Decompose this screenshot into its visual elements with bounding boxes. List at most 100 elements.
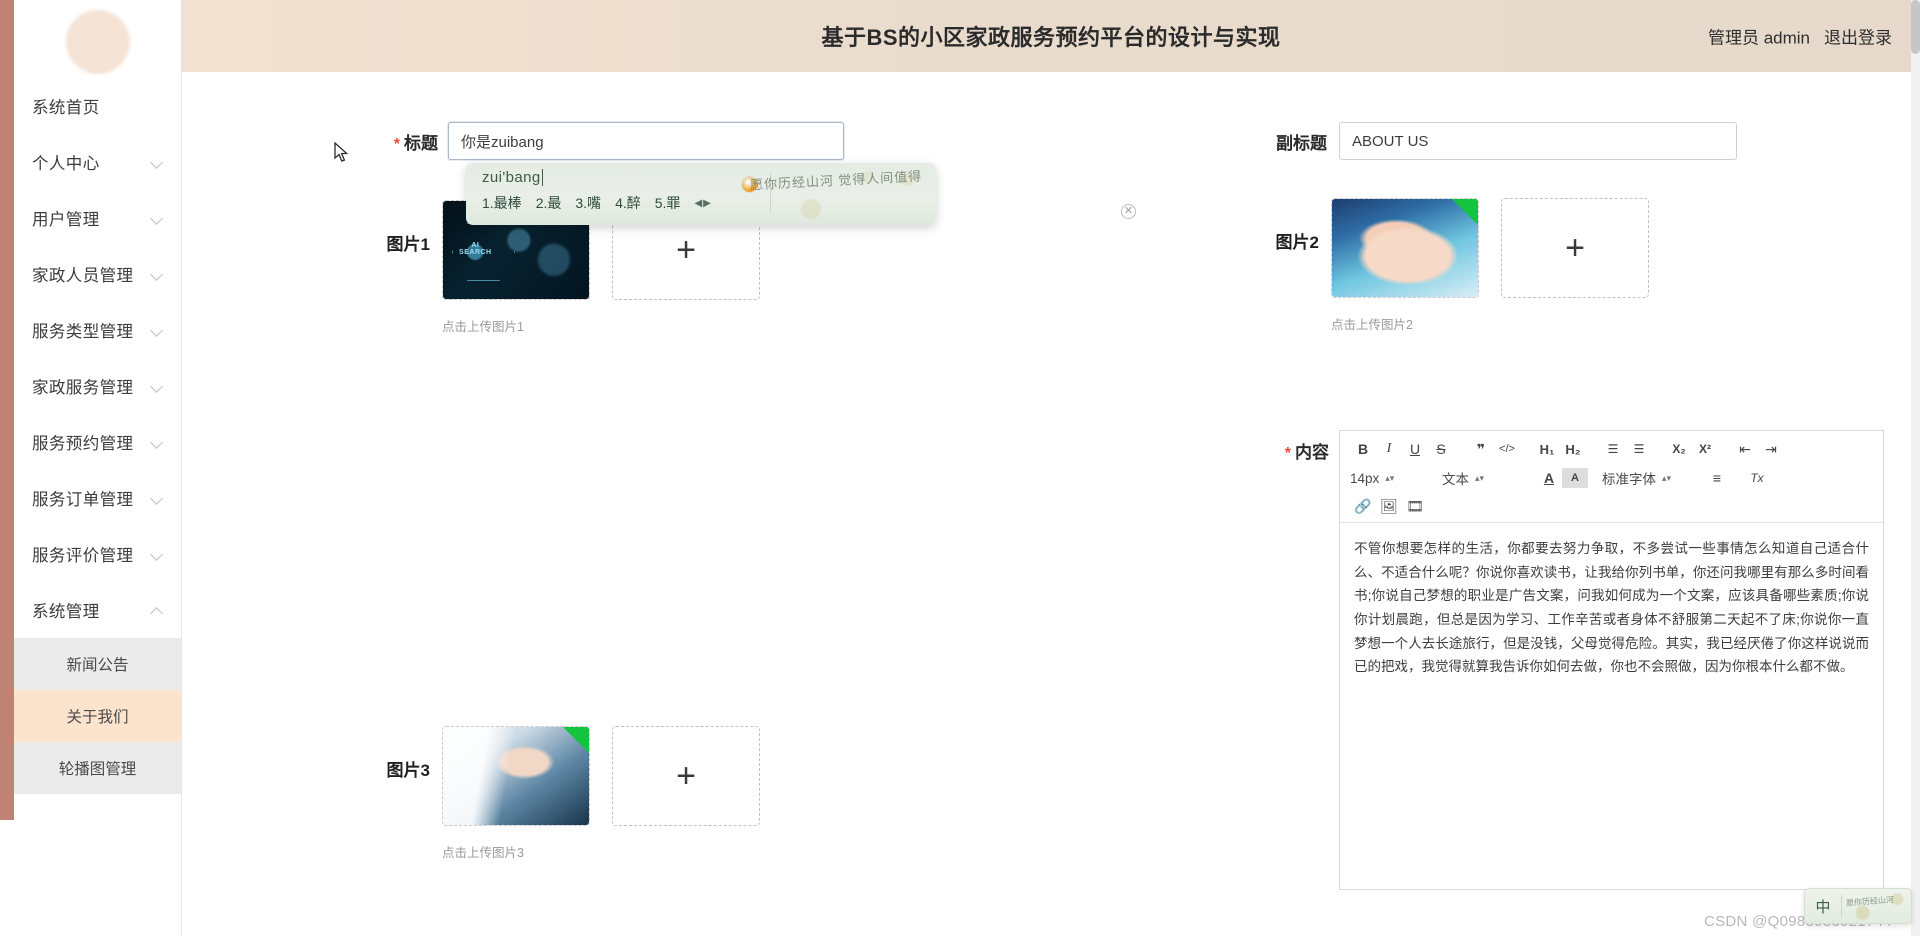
editor-toolbar-row-3: 🔗 🖼 🎞: [1350, 496, 1873, 516]
plus-icon: +: [1565, 229, 1585, 267]
ime-candidate-list: 1.最棒 2.最 3.嘴 4.醉 5.罪 ◀▶: [482, 193, 766, 213]
subtitle-form-row: 副标题: [1257, 122, 1737, 160]
sidebar-item-label: 系统管理: [32, 603, 100, 621]
ime-pinyin-text: zui'bang: [482, 169, 766, 186]
image3-upload-tip: 点击上传图片3: [442, 846, 524, 860]
subtitle-input[interactable]: [1339, 122, 1737, 160]
subscript-icon[interactable]: X₂: [1666, 439, 1692, 459]
image2-label: 图片2: [1275, 233, 1319, 252]
image3-label: 图片3: [386, 761, 430, 780]
sidebar-item-label: 服务类型管理: [32, 323, 134, 341]
ime-candidate[interactable]: 1.最棒: [482, 193, 522, 213]
chevron-down-icon: [151, 212, 163, 224]
block-type-value: 文本: [1442, 472, 1469, 487]
sidebar-subitem-label: 轮播图管理: [58, 761, 137, 778]
content-form-row: * 内容 B I U S ❞ </> H₁ H₂ ☰ ☰ X₂ X² ⇤ ⇥ 1…: [1257, 430, 1884, 890]
plus-icon: +: [676, 757, 696, 795]
title-form-row: * 标题: [366, 122, 844, 160]
ime-candidate[interactable]: 3.嘴: [575, 193, 601, 213]
sidebar-item-order-management[interactable]: 服务订单管理: [14, 470, 181, 526]
sidebar-item-label: 系统首页: [32, 99, 100, 117]
clear-format-icon[interactable]: Tx: [1744, 468, 1770, 488]
sidebar-item-housekeeping-service-management[interactable]: 家政服务管理: [14, 358, 181, 414]
font-family-select[interactable]: 标准字体 ▴▾: [1602, 468, 1686, 488]
indent-icon[interactable]: ⇥: [1758, 439, 1784, 459]
sidebar-item-label: 家政人员管理: [32, 267, 134, 285]
plus-icon: +: [676, 231, 696, 269]
ime-candidate[interactable]: 4.醉: [615, 193, 641, 213]
sidebar-logo: [14, 0, 181, 78]
ime-mode-indicator[interactable]: 中: [1805, 896, 1841, 917]
ime-candidate[interactable]: 2.最: [536, 193, 562, 213]
image3-thumbnail[interactable]: [442, 726, 590, 826]
chevron-down-icon: [151, 268, 163, 280]
page-scrollbar-track[interactable]: [1911, 0, 1920, 936]
clear-field-icon[interactable]: ✕: [1121, 204, 1136, 219]
outdent-icon[interactable]: ⇤: [1732, 439, 1758, 459]
image3-upload-button[interactable]: +: [612, 726, 760, 826]
chevron-updown-icon: ▴▾: [1385, 472, 1395, 483]
page-title: 基于BS的小区家政服务预约平台的设计与实现: [821, 25, 1281, 50]
blockquote-icon[interactable]: ❞: [1468, 439, 1494, 459]
image1-upload-tip: 点击上传图片1: [442, 320, 524, 334]
sidebar-subitem-carousel[interactable]: 轮播图管理: [14, 742, 181, 794]
rich-text-editor: B I U S ❞ </> H₁ H₂ ☰ ☰ X₂ X² ⇤ ⇥ 14px ▴…: [1339, 430, 1884, 890]
superscript-icon[interactable]: X²: [1692, 439, 1718, 459]
chevron-down-icon: [151, 548, 163, 560]
sidebar-item-review-management[interactable]: 服务评价管理: [14, 526, 181, 582]
image2-upload-tip: 点击上传图片2: [1331, 318, 1413, 332]
image2-upload-button[interactable]: +: [1501, 198, 1649, 298]
ordered-list-icon[interactable]: ☰: [1600, 439, 1626, 459]
bullet-list-icon[interactable]: ☰: [1626, 439, 1652, 459]
sidebar-item-service-type-management[interactable]: 服务类型管理: [14, 302, 181, 358]
current-user-label: 管理员 admin: [1707, 28, 1810, 48]
sidebar-item-label: 家政服务管理: [32, 379, 134, 397]
chevron-updown-icon: ▴▾: [1662, 472, 1672, 483]
heading-2-icon[interactable]: H₂: [1560, 439, 1586, 459]
ime-page-arrows-icon[interactable]: ◀▶: [694, 198, 711, 209]
text-color-icon[interactable]: A: [1536, 468, 1562, 488]
highlight-color-icon[interactable]: A: [1562, 468, 1588, 488]
sidebar-menu: 系统首页 个人中心 用户管理 家政人员管理 服务类型管理 家政服务管理 服务预约…: [14, 78, 181, 638]
video-icon[interactable]: 🎞: [1402, 496, 1428, 516]
sidebar-item-personal-center[interactable]: 个人中心: [14, 134, 181, 190]
heading-1-icon[interactable]: H₁: [1534, 439, 1560, 459]
logout-button[interactable]: 退出登录: [1824, 24, 1892, 49]
code-block-icon[interactable]: </>: [1494, 439, 1520, 459]
ime-candidate[interactable]: 5.罪: [655, 193, 681, 213]
sidebar-item-user-management[interactable]: 用户管理: [14, 190, 181, 246]
sidebar-item-appointment-management[interactable]: 服务预约管理: [14, 414, 181, 470]
block-type-select[interactable]: 文本 ▴▾: [1442, 468, 1518, 488]
editor-toolbar: B I U S ❞ </> H₁ H₂ ☰ ☰ X₂ X² ⇤ ⇥ 14px ▴…: [1340, 431, 1883, 523]
chevron-updown-icon: ▴▾: [1475, 472, 1485, 483]
italic-icon[interactable]: I: [1376, 439, 1402, 459]
ime-status-bar[interactable]: 中: [1804, 888, 1912, 924]
title-input[interactable]: [448, 122, 844, 160]
strikethrough-icon[interactable]: S: [1428, 439, 1454, 459]
sidebar-item-system-management[interactable]: 系统管理: [14, 582, 181, 638]
sidebar-inner: 系统首页 个人中心 用户管理 家政人员管理 服务类型管理 家政服务管理 服务预约…: [14, 0, 181, 936]
sidebar-item-staff-management[interactable]: 家政人员管理: [14, 246, 181, 302]
sidebar-subitem-label: 新闻公告: [66, 657, 129, 674]
ime-candidate-popup[interactable]: zui'bang 1.最棒 2.最 3.嘴 4.醉 5.罪 ◀▶ 愿你历经山河 …: [466, 163, 936, 225]
editor-content-area[interactable]: 不管你想要怎样的生活，你都要去努力争取，不多尝试一些事情怎么知道自己适合什么、不…: [1340, 523, 1883, 889]
font-size-select[interactable]: 14px ▴▾: [1350, 471, 1424, 486]
link-icon[interactable]: 🔗: [1350, 496, 1376, 516]
image-icon[interactable]: 🖼: [1376, 496, 1402, 516]
sidebar-subitem-news[interactable]: 新闻公告: [14, 638, 181, 690]
sidebar-item-home[interactable]: 系统首页: [14, 78, 181, 134]
header-user-area: 管理员 admin 退出登录: [1708, 24, 1892, 49]
sidebar-subitem-about-us[interactable]: 关于我们: [14, 690, 181, 742]
chevron-down-icon: [151, 380, 163, 392]
bold-icon[interactable]: B: [1350, 439, 1376, 459]
page-scrollbar-thumb[interactable]: [1911, 0, 1920, 54]
underline-icon[interactable]: U: [1402, 439, 1428, 459]
chevron-down-icon: [151, 436, 163, 448]
editor-content-text: 不管你想要怎样的生活，你都要去努力争取，不多尝试一些事情怎么知道自己适合什么、不…: [1354, 541, 1869, 675]
image2-thumbnail[interactable]: [1331, 198, 1479, 298]
text-caret-icon: [541, 169, 548, 186]
align-icon[interactable]: ≡: [1704, 468, 1730, 488]
image1-label: 图片1: [386, 235, 430, 254]
font-size-value: 14px: [1350, 470, 1380, 486]
image2-corner-badge-icon: [1452, 199, 1478, 225]
